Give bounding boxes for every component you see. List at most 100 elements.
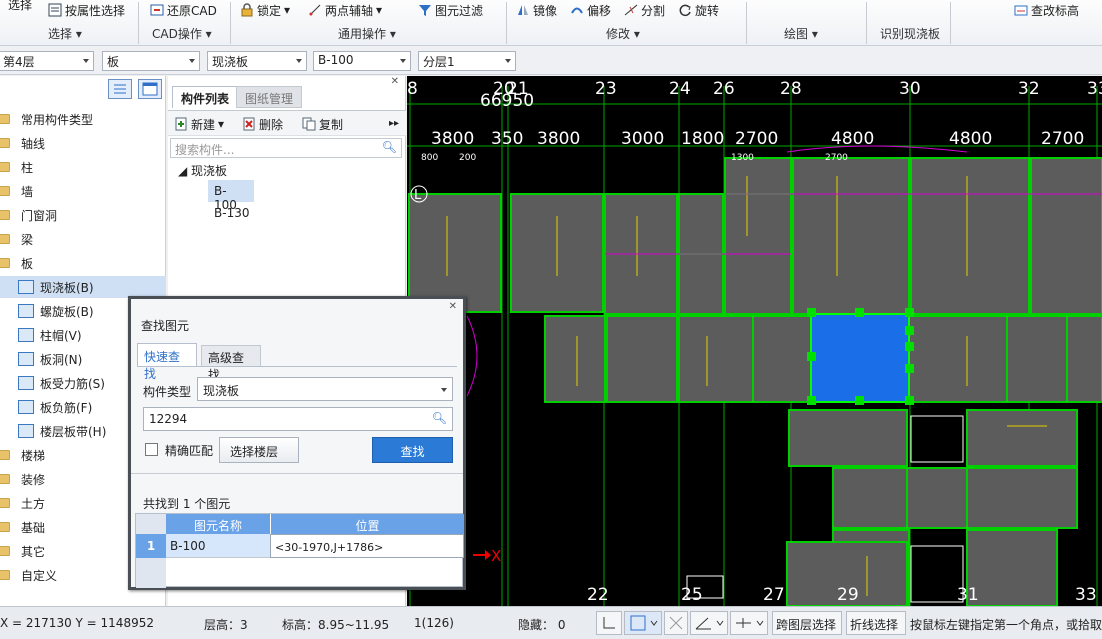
snap-button[interactable] xyxy=(624,611,662,635)
delete-button[interactable]: 删除 xyxy=(242,114,283,134)
check-elevation-button[interactable]: 查改标高 xyxy=(1014,0,1079,20)
component-item-b100[interactable]: B-100 xyxy=(208,180,254,212)
split-icon xyxy=(624,3,638,17)
group-draw-label[interactable]: 绘图 ▾ xyxy=(784,25,818,42)
group-common-ops-label[interactable]: 通用操作 ▾ xyxy=(338,25,396,42)
axis-label: 21 xyxy=(507,79,529,99)
column-header-name[interactable]: 图元名称 xyxy=(166,514,270,534)
property-view-icon xyxy=(142,82,158,96)
span-dim: 3000 xyxy=(621,129,664,149)
axis-label-l: L xyxy=(414,188,422,203)
floor-select[interactable]: 第4层 xyxy=(0,51,94,71)
cad-drawing[interactable]: 3800 350 3800 3000 1800 2700 4800 4800 2… xyxy=(407,76,1102,606)
property-view-button[interactable] xyxy=(138,79,162,99)
result-position-cell[interactable]: <30-1970,J+1786> xyxy=(270,534,464,558)
ribbon-separator xyxy=(506,2,507,44)
tab-divider xyxy=(137,366,457,367)
ribbon-separator xyxy=(138,2,139,44)
type-select[interactable]: 现浇板 xyxy=(207,51,307,71)
command-hint: 按鼠标左键指定第一个角点，或拾取 xyxy=(910,618,1102,632)
snap-icon xyxy=(630,615,658,631)
tree-item-label: 基础 xyxy=(21,520,46,535)
close-icon[interactable]: ✕ xyxy=(449,301,457,312)
component-type-icon xyxy=(18,352,34,366)
result-name-cell[interactable]: B-100 xyxy=(166,534,270,558)
tree-item-label: 其它 xyxy=(21,544,46,559)
new-button[interactable]: 新建 ▾ xyxy=(174,114,224,134)
angle-button[interactable] xyxy=(690,611,728,635)
axis-label: 32 xyxy=(1018,79,1040,99)
tree-item[interactable]: 梁 xyxy=(0,228,166,250)
tab-advanced-find[interactable]: 高级查找 xyxy=(201,345,261,382)
cad-canvas[interactable]: 3800 350 3800 3000 1800 2700 4800 4800 2… xyxy=(407,76,1102,606)
component-type-select[interactable]: 现浇板 xyxy=(197,377,453,401)
tree-item[interactable]: 轴线 xyxy=(0,132,166,154)
find-text-input[interactable]: 12294 🔍︎ xyxy=(143,407,453,431)
rotate-button[interactable]: 旋转 xyxy=(678,0,719,20)
split-button[interactable]: 分割 xyxy=(624,0,665,20)
tree-item[interactable]: 常用构件类型 xyxy=(0,108,166,130)
slab-panels xyxy=(408,157,1102,606)
component-type-icon xyxy=(18,424,34,438)
tree-item[interactable]: 门窗洞 xyxy=(0,204,166,226)
category-select[interactable]: 板 xyxy=(102,51,200,71)
close-icon[interactable]: ✕ xyxy=(391,76,399,87)
dialog-top-strip xyxy=(131,299,463,309)
tree-item[interactable]: 墙 xyxy=(0,180,166,202)
folder-icon xyxy=(0,186,10,196)
selected-slab[interactable] xyxy=(810,313,910,403)
tree-item-label: 门窗洞 xyxy=(21,208,58,223)
sublayer-select[interactable]: 分层1 xyxy=(418,51,516,71)
component-search-input[interactable]: 搜索构件... 🔍︎ xyxy=(170,138,402,158)
tab-drawing-manage[interactable]: 图纸管理 xyxy=(236,86,303,108)
tree-item[interactable]: 现浇板(B) xyxy=(0,276,166,298)
small-dim-label: 800 xyxy=(421,153,438,163)
lock-button[interactable]: 锁定 ▾ xyxy=(240,0,290,20)
select-button-clipped[interactable]: 选择 xyxy=(8,0,32,14)
more-icon[interactable]: ▸▸ xyxy=(389,118,399,129)
exact-match-checkbox[interactable] xyxy=(145,443,158,456)
axis-label: 24 xyxy=(669,79,691,99)
tree-item[interactable]: 柱 xyxy=(0,156,166,178)
column-header-position[interactable]: 位置 xyxy=(270,514,464,534)
dynamic-input-button[interactable] xyxy=(730,611,768,635)
tree-item-label: 装修 xyxy=(21,472,46,487)
mirror-button[interactable]: 镜像 xyxy=(516,0,557,20)
find-button[interactable]: 查找 xyxy=(372,437,453,463)
two-point-axis-button[interactable]: 两点辅轴 ▾ xyxy=(308,0,382,20)
cross-layer-select-button[interactable]: 跨图层选择 xyxy=(772,611,842,635)
offset-icon xyxy=(570,3,584,17)
select-floor-button[interactable]: 选择楼层 xyxy=(219,437,299,463)
polyline-select-button[interactable]: 折线选择 xyxy=(846,611,906,635)
search-icon: 🔍︎ xyxy=(381,140,397,154)
axis-icon xyxy=(308,3,322,17)
by-attr-select-button[interactable]: 按属性选择 xyxy=(48,0,125,20)
tree-group-slab[interactable]: ◢ 现浇板 xyxy=(178,162,227,179)
ortho-button[interactable] xyxy=(596,611,622,635)
filter-icon xyxy=(418,3,432,17)
tree-item[interactable]: 板 xyxy=(0,252,166,274)
group-modify-label[interactable]: 修改 ▾ xyxy=(606,25,640,42)
tree-item-label: 土方 xyxy=(21,496,46,511)
component-select[interactable]: B-100 xyxy=(313,51,411,71)
group-select-label[interactable]: 选择 ▾ xyxy=(48,25,82,42)
offset-button[interactable]: 偏移 xyxy=(570,0,611,20)
group-identify-slab-label: 识别现浇板 xyxy=(880,27,941,41)
component-item-b130[interactable]: B-130 xyxy=(208,202,255,224)
span-dim: 2700 xyxy=(735,129,778,149)
copy-button[interactable]: 复制 xyxy=(302,114,343,134)
tab-component-list[interactable]: 构件列表 xyxy=(172,86,239,108)
component-type-icon xyxy=(18,376,34,390)
list-view-button[interactable] xyxy=(108,79,132,99)
cross-button[interactable] xyxy=(664,611,688,635)
copy-icon xyxy=(302,117,316,131)
group-cad-ops-label[interactable]: CAD操作 ▾ xyxy=(152,25,212,42)
lock-icon xyxy=(240,3,254,17)
tab-quick-find[interactable]: 快速查找 xyxy=(137,343,197,381)
elevation-range: 标高：8.95~11.95 xyxy=(282,618,390,632)
tree-item-label: 现浇板(B) xyxy=(40,280,94,295)
folder-icon xyxy=(0,522,10,532)
element-filter-button[interactable]: 图元过滤 xyxy=(418,0,483,20)
restore-cad-button[interactable]: 还原CAD xyxy=(150,0,217,20)
span-dim: 1800 xyxy=(681,129,724,149)
